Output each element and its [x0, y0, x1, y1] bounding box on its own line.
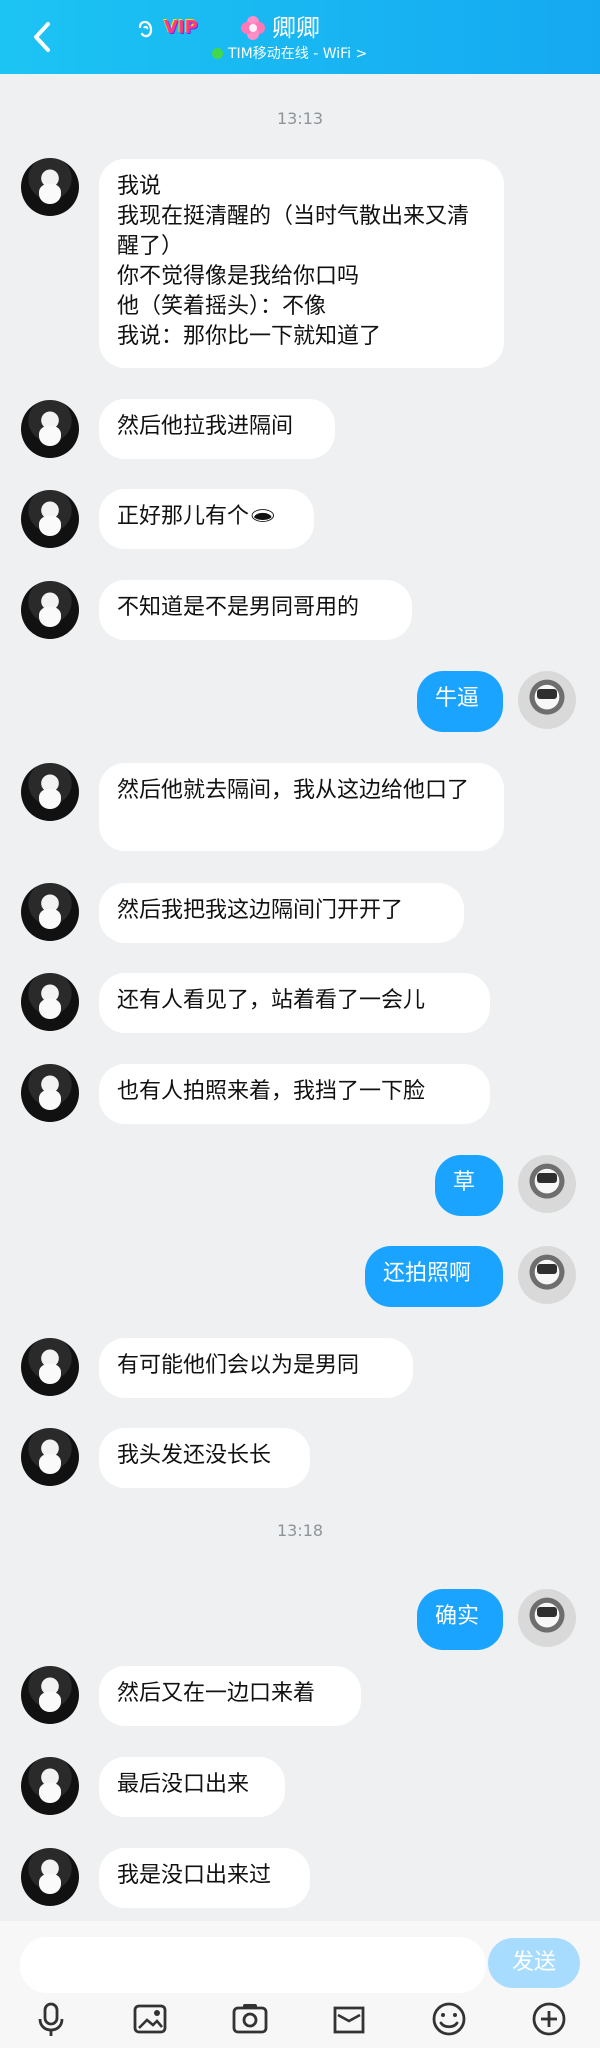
message-bubble[interactable]: 我说 我现在挺清醒的（当时气散出来又清醒了） 你不觉得像是我给你口吗 他（笑着摇…	[99, 159, 504, 368]
camera-icon[interactable]	[230, 1999, 270, 2039]
contact-avatar[interactable]	[21, 1848, 79, 1906]
microphone-icon[interactable]	[31, 1999, 71, 2039]
online-status-text: TIM移动在线 - WiFi >	[228, 46, 368, 62]
contact-avatar[interactable]	[21, 1338, 79, 1396]
message-bubble[interactable]: 也有人拍照来着，我挡了一下脸	[99, 1064, 490, 1124]
emoji-icon[interactable]	[429, 1999, 469, 2039]
message-time: 13:18	[276, 1521, 324, 1540]
message-bubble[interactable]: 我头发还没长长	[99, 1428, 310, 1488]
contact-avatar[interactable]	[21, 400, 79, 458]
message-bubble[interactable]: 还有人看见了，站着看了一会儿	[99, 973, 490, 1033]
message-composer: 发送	[0, 1921, 600, 2048]
contact-avatar[interactable]	[21, 1428, 79, 1486]
image-icon[interactable]	[130, 1999, 170, 2039]
contact-avatar[interactable]	[21, 158, 79, 216]
my-avatar[interactable]	[518, 1155, 576, 1213]
chat-title-block[interactable]: VIP 卿卿 TIM移动在线 - WiFi >	[135, 12, 495, 67]
message-time: 13:13	[276, 109, 324, 128]
my-avatar[interactable]	[518, 1246, 576, 1304]
ear-icon	[138, 20, 153, 38]
back-icon[interactable]	[28, 20, 58, 54]
contact-avatar[interactable]	[21, 581, 79, 639]
contact-avatar[interactable]	[21, 883, 79, 941]
online-dot-icon	[212, 48, 223, 59]
message-bubble[interactable]: 我是没口出来过	[99, 1848, 310, 1908]
message-bubble-self[interactable]: 确实	[417, 1589, 503, 1650]
message-bubble-self[interactable]: 还拍照啊	[365, 1246, 503, 1307]
contact-avatar[interactable]	[21, 1064, 79, 1122]
page-title: 卿卿	[272, 14, 320, 42]
plus-icon[interactable]	[529, 1999, 569, 2039]
message-bubble[interactable]: 然后他拉我进隔间	[99, 399, 335, 459]
flower-icon	[241, 16, 265, 40]
message-bubble-self[interactable]: 草	[435, 1155, 503, 1216]
send-button[interactable]: 发送	[488, 1938, 580, 1988]
contact-avatar[interactable]	[21, 1757, 79, 1815]
message-input[interactable]	[20, 1937, 486, 1993]
my-avatar[interactable]	[518, 671, 576, 729]
message-bubble-self[interactable]: 牛逼	[417, 671, 503, 732]
my-avatar[interactable]	[518, 1589, 576, 1647]
contact-avatar[interactable]	[21, 973, 79, 1031]
vip-badge: VIP	[164, 17, 198, 38]
message-bubble[interactable]: 然后我把我这边隔间门开开了	[99, 883, 464, 943]
contact-avatar[interactable]	[21, 490, 79, 548]
message-bubble[interactable]: 最后没口出来	[99, 1757, 285, 1817]
message-bubble[interactable]: 正好那儿有个🕳	[99, 489, 314, 549]
contact-avatar[interactable]	[21, 1666, 79, 1724]
message-bubble[interactable]: 然后他就去隔间，我从这边给他口了	[99, 763, 504, 851]
file-icon[interactable]	[329, 1999, 369, 2039]
message-bubble[interactable]: 然后又在一边口来着	[99, 1666, 361, 1726]
message-bubble[interactable]: 不知道是不是男同哥用的	[99, 580, 412, 640]
chat-header: VIP 卿卿 TIM移动在线 - WiFi >	[0, 0, 600, 74]
contact-avatar[interactable]	[21, 763, 79, 821]
message-bubble[interactable]: 有可能他们会以为是男同	[99, 1338, 413, 1398]
online-status[interactable]: TIM移动在线 - WiFi >	[212, 45, 367, 63]
